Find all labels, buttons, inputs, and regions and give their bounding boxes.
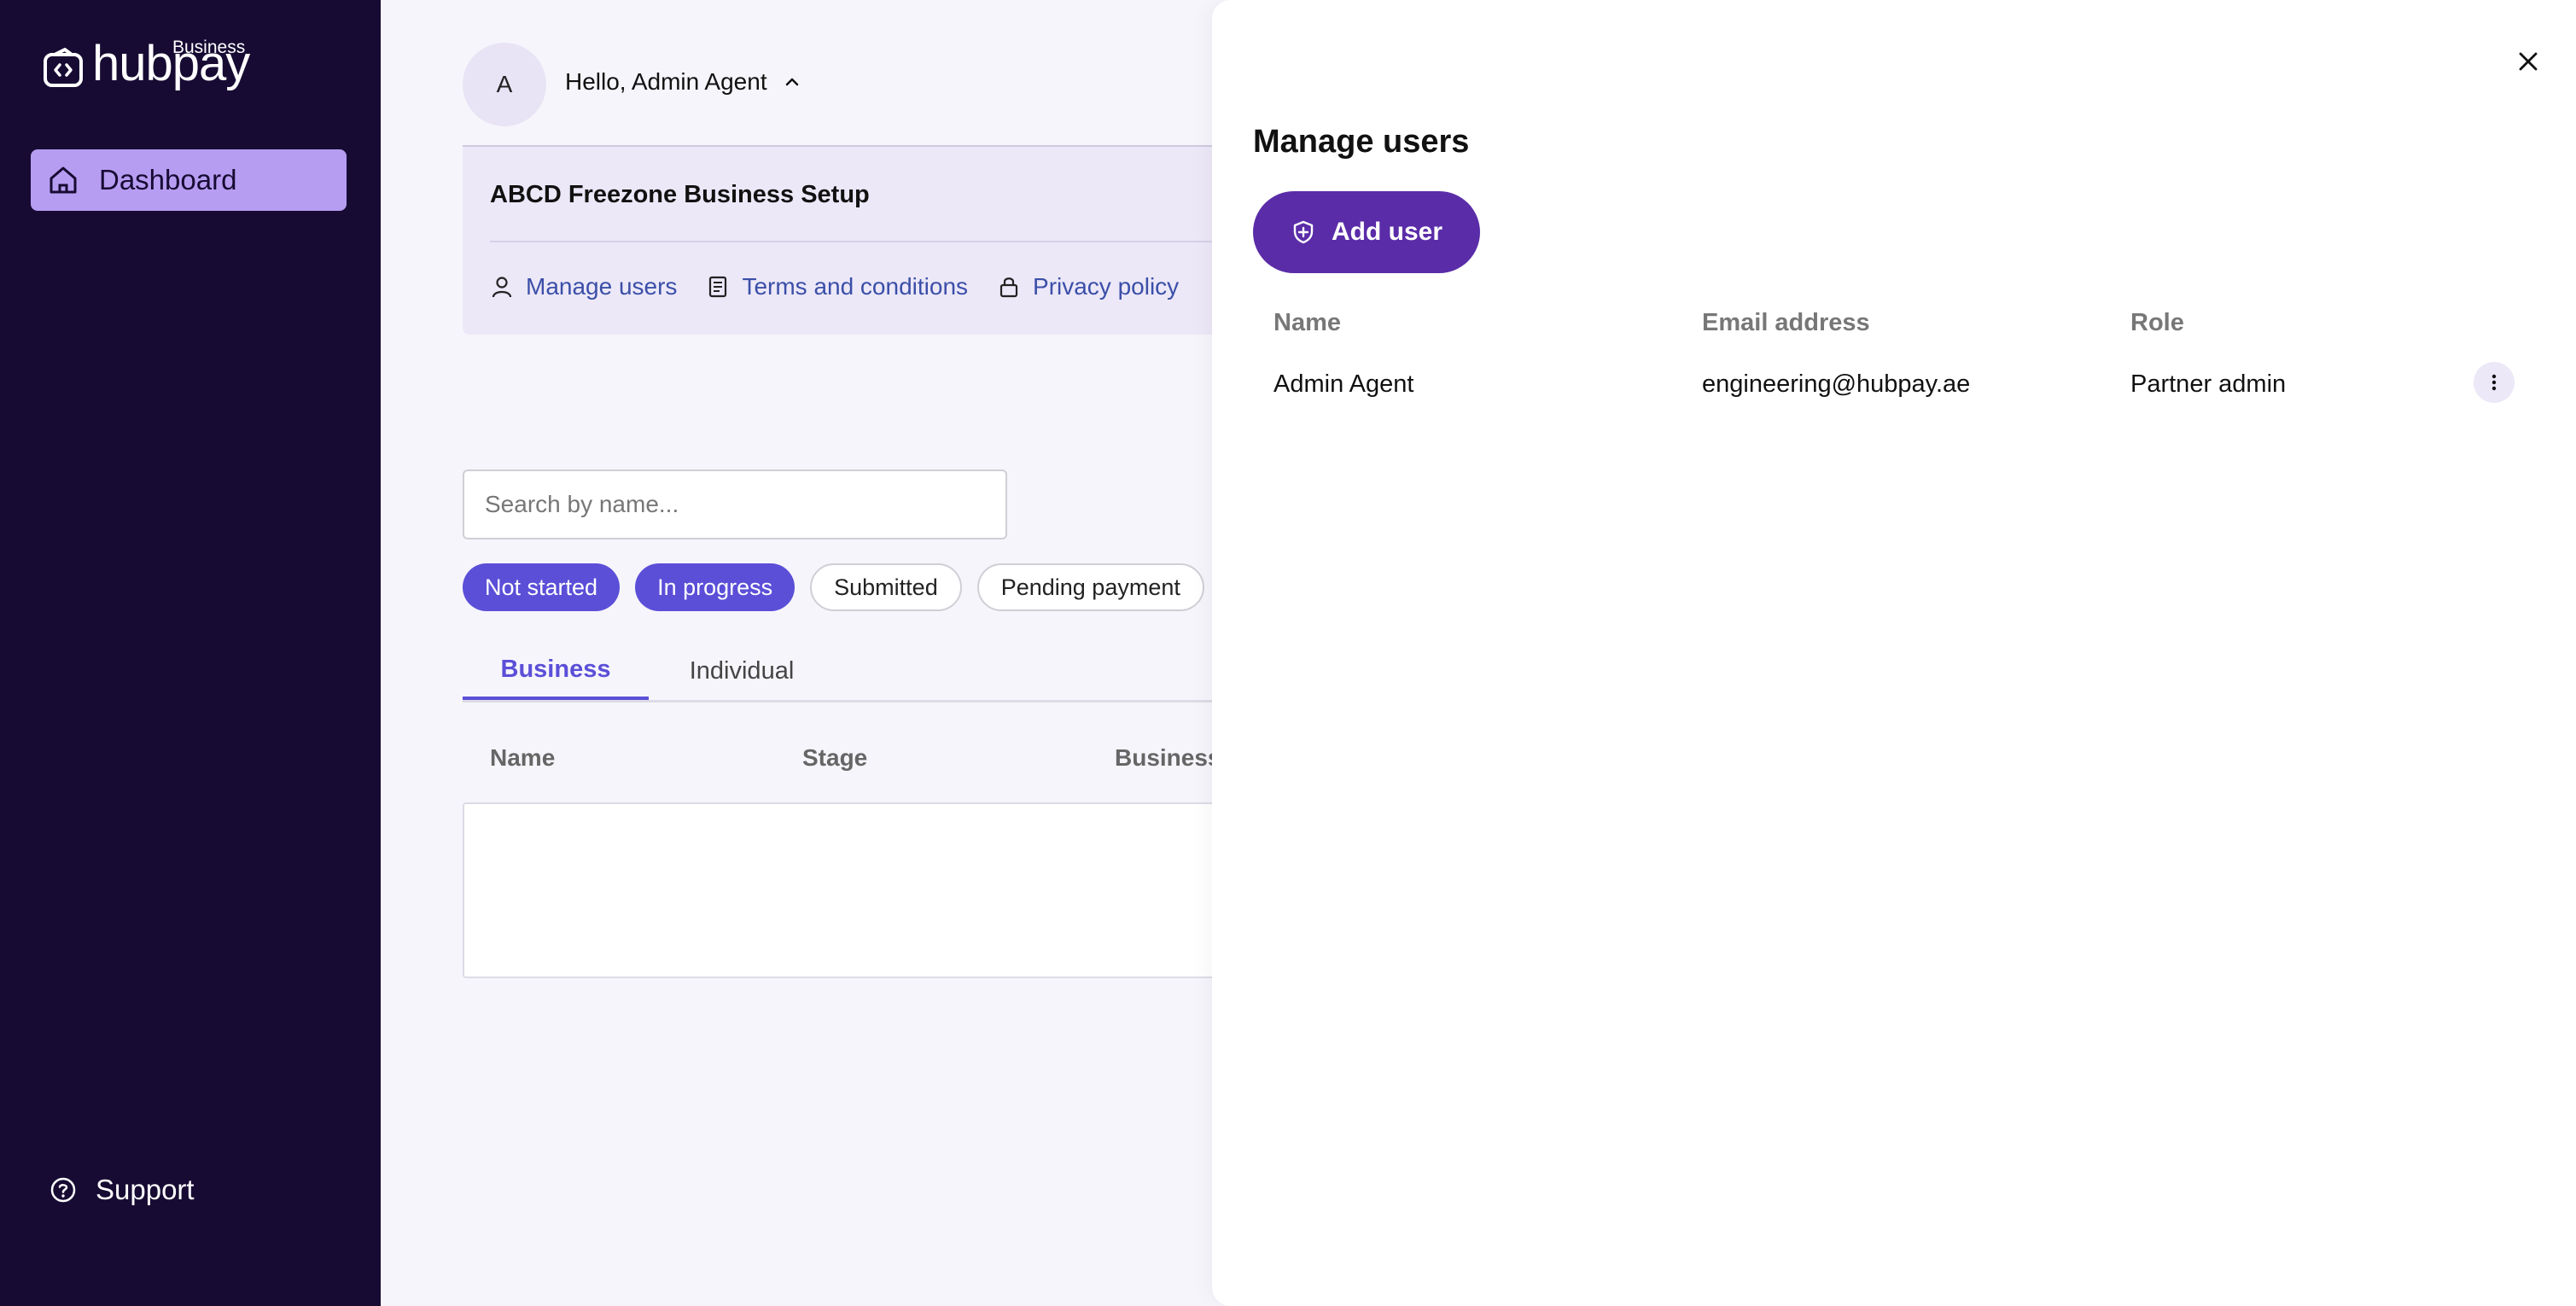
terms-label: Terms and conditions [742,273,969,300]
search-input[interactable] [463,469,1007,539]
sidebar: hubpay Business Dashboard Support [0,0,381,1306]
terms-link[interactable]: Terms and conditions [706,273,968,300]
drawer-title: Manage users [1253,124,1470,160]
lock-icon [1000,277,1018,298]
col-name: Name [1273,309,1341,336]
filter-pending-payment[interactable]: Pending payment [976,563,1204,611]
company-card: ABCD Freezone Business Setup Manage user… [463,145,1316,335]
hubpay-logo[interactable]: hubpay Business [43,38,250,89]
col-name: Name [490,744,556,771]
tab-individual[interactable]: Individual [649,642,835,700]
col-role: Role [2130,309,2184,336]
user-menu[interactable]: Hello, Admin Agent [565,68,801,96]
close-button[interactable] [2511,44,2545,79]
logo-subtitle: Business [172,38,246,57]
company-name: ABCD Freezone Business Setup [490,181,870,208]
privacy-link[interactable]: Privacy policy [997,273,1179,300]
greeting-text: Hello, Admin Agent [565,68,767,95]
user-icon [492,277,512,298]
privacy-label: Privacy policy [1033,273,1180,300]
add-user-label: Add user [1331,218,1443,246]
filter-in-progress[interactable]: In progress [635,563,796,611]
col-business: Business [1115,744,1221,771]
sidebar-item-label: Dashboard [99,164,237,195]
more-vertical-icon [2491,374,2497,391]
support-link[interactable]: Support [50,1174,195,1206]
table-body [463,802,1316,978]
tabs: Business Individual [463,642,1316,703]
manage-users-drawer: Manage users Add user Name Email address… [1212,0,2576,1306]
manage-users-link[interactable]: Manage users [490,273,677,300]
manage-users-label: Manage users [526,273,678,300]
home-icon [50,166,77,194]
status-filters: Not started In progress Submitted Pendin… [463,563,1220,611]
add-user-button[interactable]: Add user [1253,191,1480,273]
col-email: Email address [1702,309,1870,336]
filter-not-started[interactable]: Not started [463,563,621,611]
tab-business[interactable]: Business [463,642,649,700]
divider [490,241,1316,242]
sidebar-item-dashboard[interactable]: Dashboard [31,149,347,211]
document-icon [709,276,727,298]
shield-plus-icon [1293,220,1314,244]
logo-icon [44,48,83,87]
company-links: Manage users Terms and conditions Privac… [490,273,1208,300]
chevron-up-icon [785,78,798,86]
user-name: Admin Agent [1273,370,1414,398]
help-circle-icon [50,1177,76,1203]
main-content: A Hello, Admin Agent ABCD Freezone Busin… [381,0,1316,1306]
filter-submitted[interactable]: Submitted [810,563,962,611]
user-email: engineering@hubpay.ae [1702,370,1971,398]
close-icon [2519,52,2538,71]
row-actions-button[interactable] [2474,362,2515,403]
avatar[interactable]: A [463,43,546,126]
support-label: Support [96,1174,195,1205]
col-stage: Stage [802,744,868,771]
user-role: Partner admin [2130,370,2287,398]
